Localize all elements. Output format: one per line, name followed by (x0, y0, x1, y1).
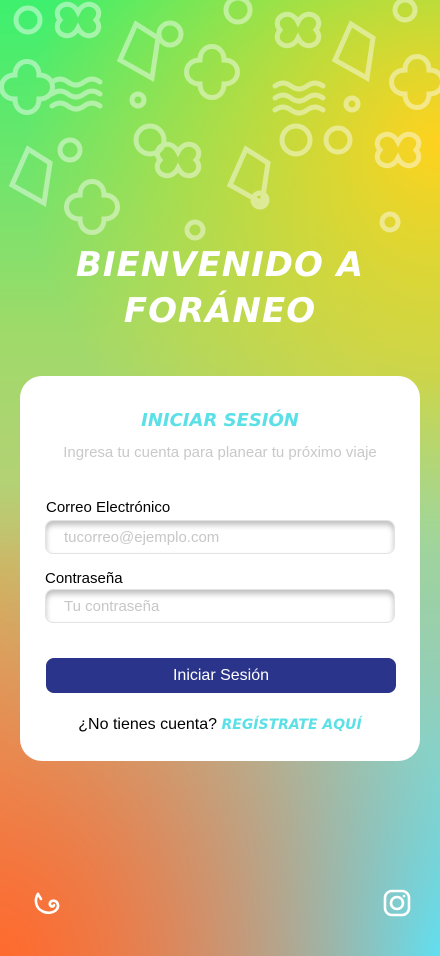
email-field[interactable] (62, 527, 394, 547)
hero-title: BIENVENIDO A FORÁNEO (0, 242, 440, 334)
login-button[interactable]: Iniciar Sesión (46, 658, 396, 693)
decorative-pattern (0, 0, 440, 241)
login-card-title: INICIAR SESIÓN (141, 410, 299, 431)
email-field-wrapper (45, 520, 395, 554)
hero-title-line1: BIENVENIDO A (75, 245, 365, 285)
hero-title-line2: FORÁNEO (123, 291, 317, 331)
register-link[interactable]: REGÍSTRATE AQUÍ (221, 717, 361, 733)
email-label: Correo Electrónico (46, 499, 171, 516)
password-field-wrapper (45, 589, 395, 623)
register-row: ¿No tienes cuenta? REGÍSTRATE AQUÍ (20, 716, 420, 734)
login-card: INICIAR SESIÓN Ingresa tu cuenta para pl… (20, 376, 420, 761)
login-card-subtitle: Ingresa tu cuenta para planear tu próxim… (63, 444, 377, 461)
register-prompt: ¿No tienes cuenta? (78, 716, 218, 733)
password-field[interactable] (62, 596, 394, 616)
instagram-icon[interactable] (382, 888, 412, 918)
snail-icon[interactable] (32, 888, 62, 918)
password-label: Contraseña (45, 570, 123, 587)
